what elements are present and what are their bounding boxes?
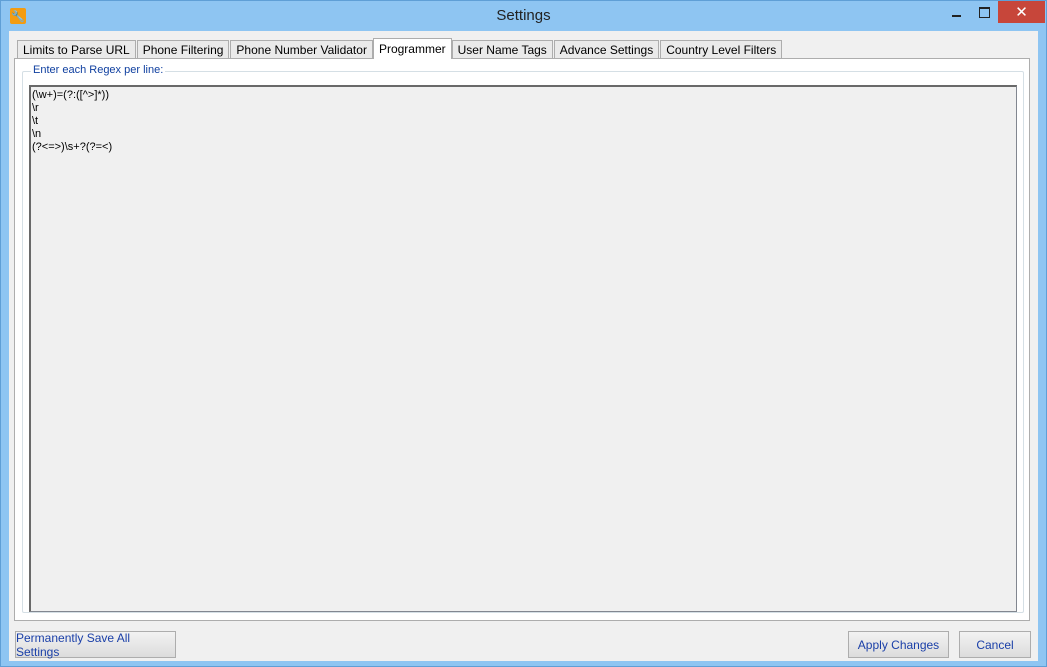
- tab-programmer[interactable]: Programmer: [372, 38, 452, 59]
- minimize-button[interactable]: [942, 1, 970, 23]
- maximize-icon: [978, 6, 990, 18]
- settings-window: 🔧 Settings ✕ Limits to Parse URL Phone F…: [0, 0, 1047, 667]
- dialog-client-area: Limits to Parse URL Phone Filtering Phon…: [9, 31, 1038, 661]
- tab-strip: Limits to Parse URL Phone Filtering Phon…: [17, 38, 783, 59]
- tab-advance-settings[interactable]: Advance Settings: [553, 40, 660, 58]
- apply-changes-button[interactable]: Apply Changes: [848, 631, 949, 658]
- close-button[interactable]: ✕: [998, 1, 1045, 23]
- tab-user-name-tags[interactable]: User Name Tags: [451, 40, 553, 58]
- maximize-button[interactable]: [970, 1, 998, 23]
- tab-phone-number-validator[interactable]: Phone Number Validator: [230, 40, 373, 58]
- regex-textarea[interactable]: [29, 85, 1017, 612]
- window-title: Settings: [496, 7, 551, 24]
- minimize-icon: [951, 15, 961, 17]
- close-icon: ✕: [1015, 4, 1028, 21]
- tab-limits-to-parse-url[interactable]: Limits to Parse URL: [17, 40, 136, 58]
- cancel-button[interactable]: Cancel: [959, 631, 1031, 658]
- title-bar[interactable]: 🔧 Settings ✕: [1, 1, 1046, 31]
- tab-phone-filtering[interactable]: Phone Filtering: [136, 40, 230, 58]
- permanently-save-button[interactable]: Permanently Save All Settings: [15, 631, 176, 659]
- regex-groupbox: Enter each Regex per line:: [22, 64, 1024, 613]
- regex-group-label: Enter each Regex per line:: [31, 64, 166, 76]
- programmer-tab-panel: Enter each Regex per line:: [14, 58, 1030, 621]
- tab-country-level-filters[interactable]: Country Level Filters: [660, 40, 783, 58]
